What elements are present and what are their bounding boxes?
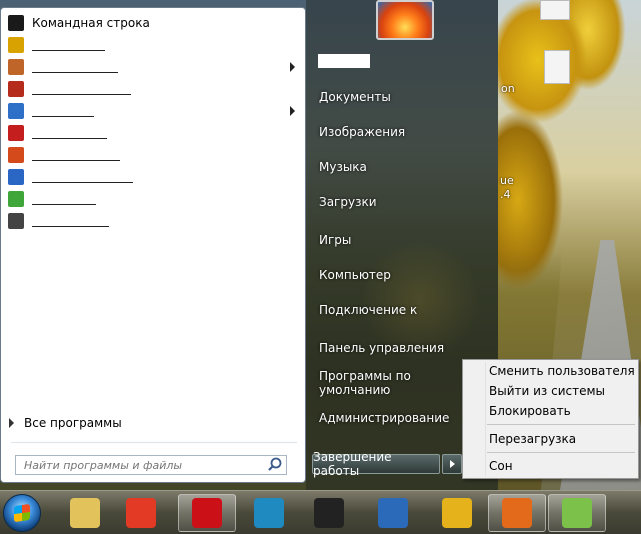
start-button[interactable] (3, 494, 41, 532)
aida64-icon (8, 125, 24, 141)
shutdown-label: Завершение работы (313, 450, 392, 478)
start-menu-link[interactable]: Музыка (312, 156, 472, 178)
program-list: Командная строка (5, 12, 303, 232)
menu-divider (487, 452, 635, 453)
program-item[interactable] (5, 166, 303, 188)
redacted-label (32, 83, 131, 95)
user-avatar[interactable] (376, 0, 434, 40)
command-prompt-icon (8, 15, 24, 31)
app-icon (8, 37, 24, 53)
menu-item-sleep[interactable]: Сон (489, 459, 513, 473)
opera-icon (192, 498, 222, 528)
divider (11, 442, 297, 443)
program-item[interactable] (5, 34, 303, 56)
taskbar-button[interactable] (240, 494, 298, 532)
desktop-icon-label: ue (500, 174, 514, 187)
program-item[interactable] (5, 100, 303, 122)
all-programs-label: Все программы (24, 416, 122, 430)
redacted-label (32, 127, 107, 139)
camera-icon (314, 498, 344, 528)
meter-icon (562, 498, 592, 528)
taskbar-button[interactable] (488, 494, 546, 532)
all-programs-button[interactable]: Все программы (9, 416, 122, 430)
submenu-arrow-icon (290, 62, 295, 72)
firefox-icon (502, 498, 532, 528)
program-item[interactable] (5, 78, 303, 100)
taskbar-button[interactable] (548, 494, 606, 532)
shutdown-context-menu: Сменить пользователя Выйти из системы Бл… (462, 359, 639, 479)
start-menu-link[interactable]: Панель управления (312, 337, 472, 359)
start-menu-left-pane: Командная строка Все программы (0, 7, 306, 483)
shutdown-button[interactable]: Завершение работы (312, 450, 440, 478)
start-menu-link[interactable]: Программы по умолчанию (312, 369, 472, 397)
program-item[interactable] (5, 56, 303, 78)
desktop-icon-label: on (501, 82, 515, 95)
redacted-label (32, 61, 118, 73)
redacted-label (32, 39, 105, 51)
start-menu-link[interactable]: Изображения (312, 121, 472, 143)
menu-item-switch-user[interactable]: Сменить пользователя (489, 364, 635, 378)
redacted-label (32, 215, 109, 227)
start-menu-link[interactable]: Подключение к (312, 299, 472, 321)
program-item[interactable] (5, 122, 303, 144)
app-icon (8, 147, 24, 163)
program-item[interactable] (5, 144, 303, 166)
shutdown-options-arrow[interactable] (442, 454, 462, 474)
desktop-file-icon[interactable] (540, 0, 570, 20)
user-name-redacted[interactable] (318, 54, 370, 68)
menu-item-lock[interactable]: Блокировать (489, 404, 571, 418)
redacted-label (32, 149, 120, 161)
program-item[interactable] (5, 188, 303, 210)
redacted-label (32, 193, 96, 205)
redacted-label (32, 171, 133, 183)
menu-gutter (485, 362, 486, 476)
tablet-app-icon (254, 498, 284, 528)
start-menu-link[interactable]: Загрузки (312, 191, 472, 213)
submenu-arrow-icon (290, 106, 295, 116)
search-input[interactable] (16, 457, 266, 473)
start-menu-link[interactable]: Администрирование (312, 407, 472, 429)
desktop-file-icon[interactable] (544, 50, 570, 84)
network-icon (8, 169, 24, 185)
folder-icon (70, 498, 100, 528)
desktop-icon-label: .4 (500, 188, 511, 201)
program-label: Командная строка (32, 16, 150, 30)
menu-item-log-off[interactable]: Выйти из системы (489, 384, 605, 398)
search-box[interactable] (15, 455, 287, 475)
filezilla-icon (8, 81, 24, 97)
redacted-label (32, 105, 94, 117)
app-icon (8, 213, 24, 229)
taskbar-button[interactable] (300, 494, 358, 532)
app-icon (8, 59, 24, 75)
search-icon[interactable] (266, 456, 284, 474)
menu-item-restart[interactable]: Перезагрузка (489, 432, 576, 446)
program-item[interactable]: Командная строка (5, 12, 303, 34)
expand-arrow-icon (9, 418, 14, 428)
program-item[interactable] (5, 210, 303, 232)
menu-divider (487, 424, 635, 425)
taskbar-button[interactable] (428, 494, 486, 532)
start-menu-link[interactable]: Документы (312, 86, 472, 108)
wifi-icon (8, 191, 24, 207)
app-icon (8, 103, 24, 119)
start-menu-link[interactable]: Компьютер (312, 264, 472, 286)
chrome-icon (442, 498, 472, 528)
globe-icon (378, 498, 408, 528)
start-menu-link[interactable]: Игры (312, 229, 472, 251)
taskbar-button[interactable] (178, 494, 236, 532)
media-player-icon (126, 498, 156, 528)
taskbar-button[interactable] (364, 494, 422, 532)
taskbar-button[interactable] (56, 494, 114, 532)
taskbar-button[interactable] (112, 494, 170, 532)
